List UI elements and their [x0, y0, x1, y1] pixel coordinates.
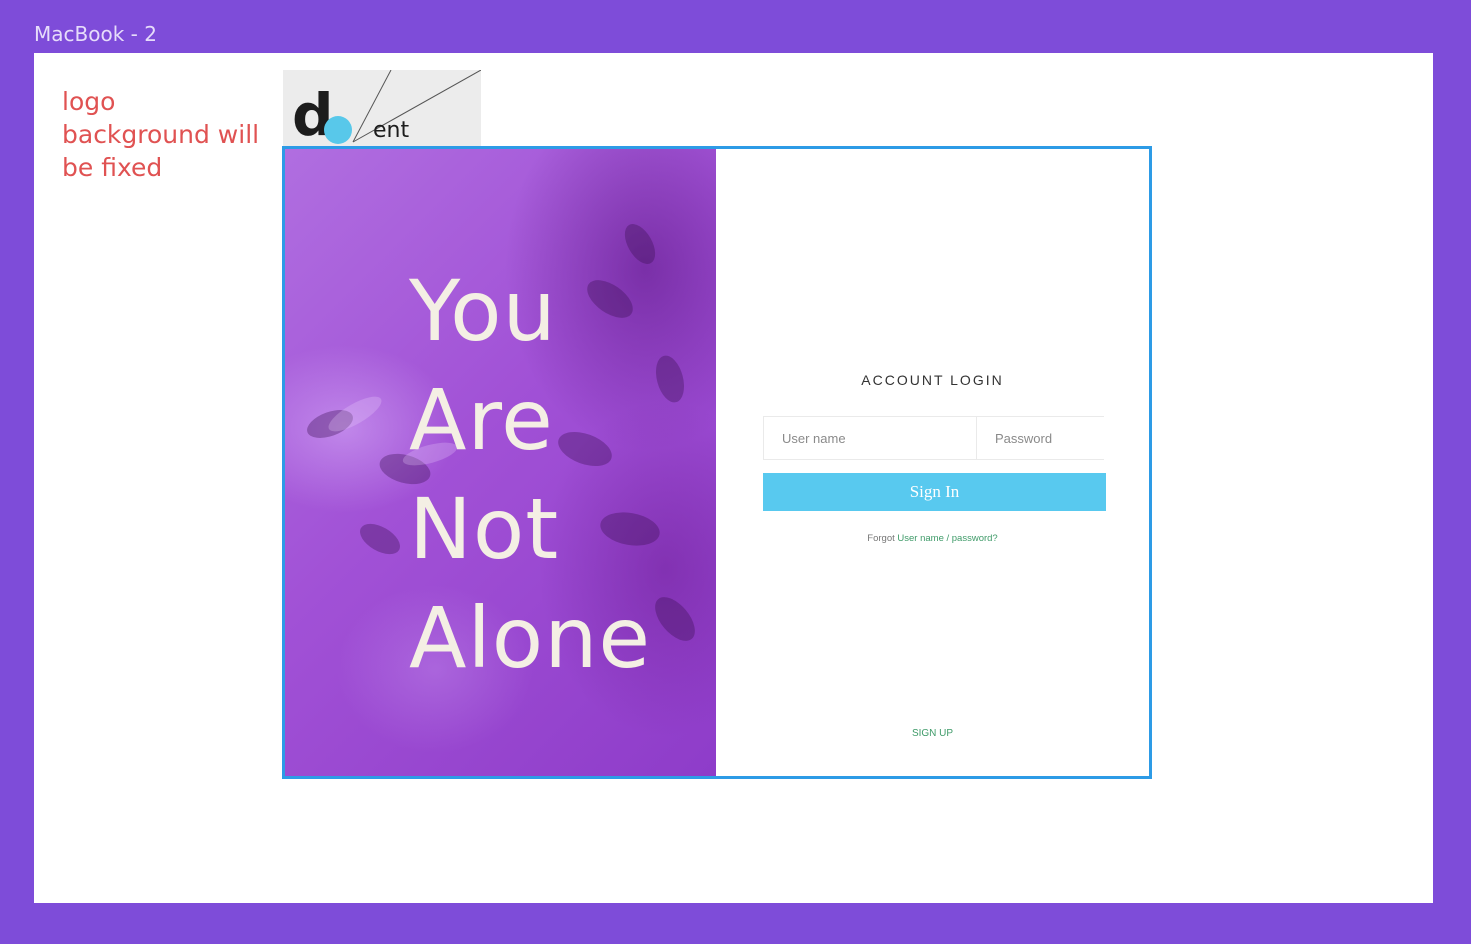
hero-line: You — [409, 262, 557, 360]
login-card: You Are Not Alone ACCOUNT LOGIN Sign In … — [282, 146, 1152, 779]
hero-headline: You Are Not Alone — [409, 257, 651, 693]
sign-in-button[interactable]: Sign In — [763, 473, 1106, 511]
forgot-prefix: Forgot — [867, 533, 895, 544]
logo-circle-icon — [324, 116, 352, 144]
login-title: ACCOUNT LOGIN — [861, 372, 1004, 388]
password-input[interactable] — [977, 417, 1149, 459]
login-panel: ACCOUNT LOGIN Sign In Forgot User name /… — [716, 149, 1149, 776]
sign-up-link[interactable]: SIGN UP — [716, 728, 1149, 739]
frame-title: MacBook - 2 — [34, 22, 157, 46]
hero-line: Alone — [409, 589, 652, 687]
hero-line: Not — [409, 480, 560, 578]
forgot-credentials-link[interactable]: User name / password? — [897, 533, 997, 544]
credentials-group — [763, 416, 1149, 460]
logo-text: ent — [373, 118, 410, 143]
artboard: logo background will be fixed d ent You … — [34, 53, 1433, 903]
logo: d ent — [283, 70, 481, 148]
forgot-credentials: Forgot User name / password? — [716, 533, 1149, 544]
designer-note: logo background will be fixed — [62, 87, 260, 182]
username-input[interactable] — [764, 417, 977, 459]
hero-line: Are — [409, 371, 554, 469]
hero-image: You Are Not Alone — [285, 149, 716, 776]
